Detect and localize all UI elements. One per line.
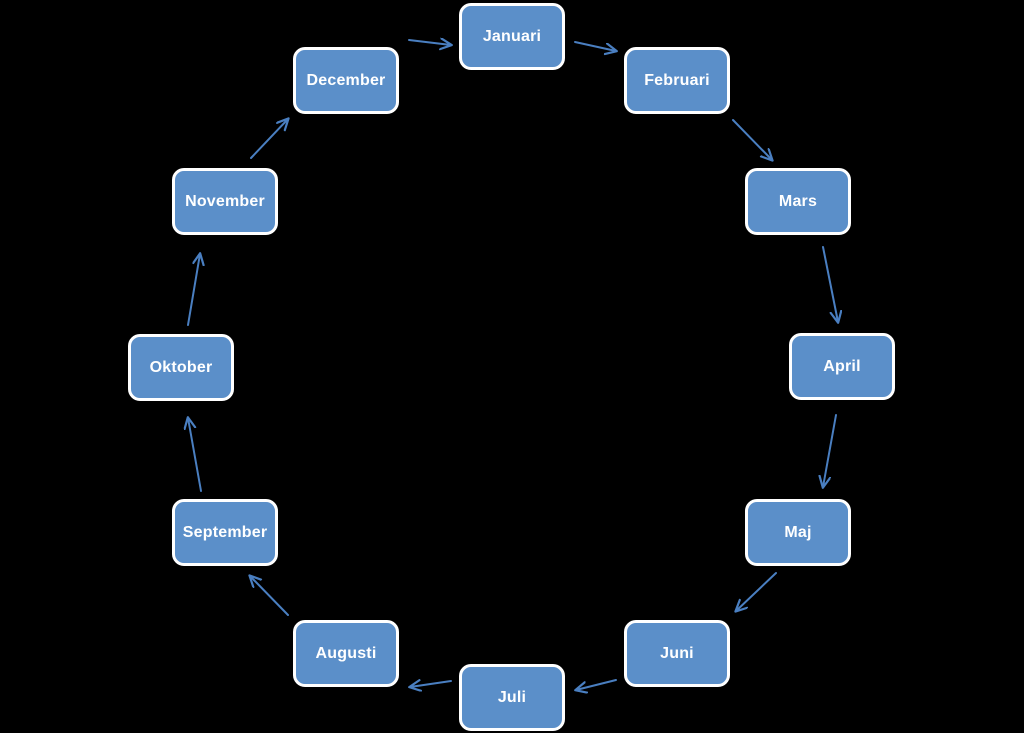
month-node-september[interactable]: September xyxy=(172,499,278,566)
arrow-augusti-to-september xyxy=(250,576,289,616)
month-node-juli[interactable]: Juli xyxy=(459,664,565,731)
arrow-juli-to-augusti xyxy=(410,681,452,687)
month-node-label: September xyxy=(182,523,268,541)
arrow-juni-to-juli xyxy=(576,679,617,690)
month-node-label: Januari xyxy=(482,27,542,45)
arrow-maj-to-juni xyxy=(736,572,777,611)
month-node-december[interactable]: December xyxy=(293,47,399,114)
month-node-februari[interactable]: Februari xyxy=(624,47,730,114)
arrow-oktober-to-november xyxy=(187,254,200,326)
arrow-november-to-december xyxy=(250,119,288,159)
month-node-label: April xyxy=(823,357,861,375)
month-node-label: Augusti xyxy=(315,644,377,662)
month-node-mars[interactable]: Mars xyxy=(745,168,851,235)
month-node-januari[interactable]: Januari xyxy=(459,3,565,70)
month-node-oktober[interactable]: Oktober xyxy=(128,334,234,401)
month-node-label: Juli xyxy=(497,688,527,706)
month-node-label: Juni xyxy=(660,644,694,662)
arrow-december-to-januari xyxy=(408,40,451,45)
arrow-januari-to-februari xyxy=(574,41,616,51)
month-node-maj[interactable]: Maj xyxy=(745,499,851,566)
arrow-april-to-maj xyxy=(823,414,837,487)
month-node-label: Februari xyxy=(644,71,710,89)
month-node-juni[interactable]: Juni xyxy=(624,620,730,687)
month-node-label: November xyxy=(185,192,265,210)
month-node-augusti[interactable]: Augusti xyxy=(293,620,399,687)
arrow-mars-to-april xyxy=(822,246,838,322)
month-node-label: Maj xyxy=(784,523,812,541)
month-node-label: December xyxy=(306,71,386,89)
month-node-november[interactable]: November xyxy=(172,168,278,235)
arrow-februari-to-mars xyxy=(732,119,772,160)
month-node-label: Oktober xyxy=(149,358,213,376)
month-node-label: Mars xyxy=(778,192,818,210)
arrow-september-to-oktober xyxy=(188,418,202,492)
cycle-diagram-canvas: Januari Februari Mars April Maj Juni Juli Augus… xyxy=(0,0,1024,733)
month-node-april[interactable]: April xyxy=(789,333,895,400)
